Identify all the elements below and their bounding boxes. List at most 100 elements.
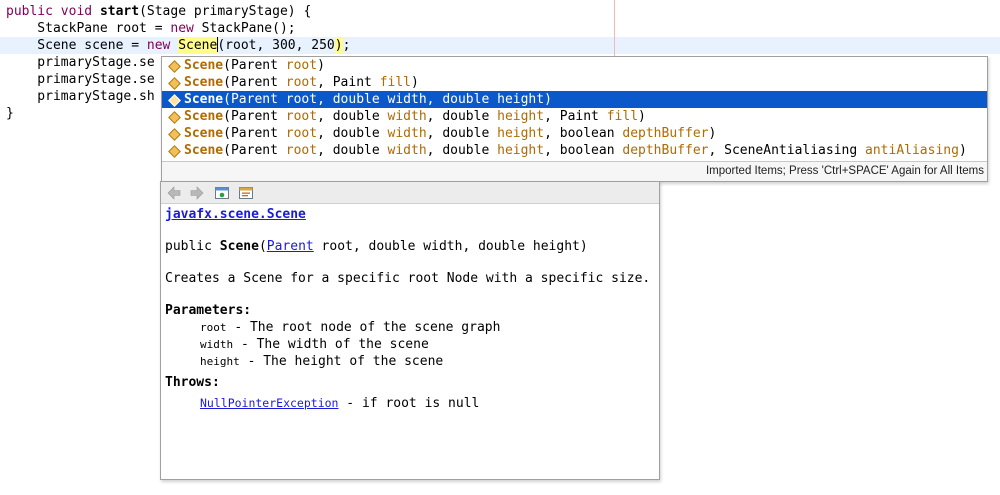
completion-param-type: double bbox=[332, 92, 388, 107]
code-token: void bbox=[60, 4, 93, 19]
javadoc-content: javafx.scene.Scene public Scene(Parent r… bbox=[165, 206, 653, 412]
completion-param-name: root bbox=[285, 143, 318, 158]
completion-paren: ( bbox=[223, 126, 231, 141]
code-token: StackPane(); bbox=[193, 21, 296, 36]
code-token: (root, 300, 250 bbox=[217, 38, 335, 53]
parameter-item: root - The root node of the scene graph bbox=[165, 319, 653, 336]
completion-param-name: height bbox=[497, 143, 545, 158]
code-line[interactable]: StackPane root = new StackPane(); bbox=[6, 20, 296, 37]
completion-sep: , bbox=[544, 109, 560, 124]
completion-param-type: Paint bbox=[559, 109, 607, 124]
completion-param-name: depthBuffer bbox=[622, 126, 709, 141]
code-line[interactable]: primaryStage.sh bbox=[6, 88, 155, 105]
completion-param-name: fill bbox=[606, 109, 639, 124]
completion-status-bar: Imported Items; Press 'Ctrl+SPACE' Again… bbox=[162, 161, 987, 181]
completion-list[interactable]: Scene(Parent root) Scene(Parent root, Pai… bbox=[162, 57, 987, 159]
open-in-browser-icon[interactable] bbox=[214, 185, 230, 201]
code-token: Scene bbox=[178, 38, 218, 53]
parameter-desc: - The root node of the scene graph bbox=[226, 320, 501, 335]
code-line[interactable]: primaryStage.se bbox=[6, 54, 154, 71]
completion-param-type: boolean bbox=[559, 143, 623, 158]
code-token: new bbox=[146, 38, 171, 53]
code-token: } bbox=[6, 106, 14, 121]
constructor-icon bbox=[168, 145, 181, 158]
completion-item[interactable]: Scene(Parent root, Paint fill) bbox=[162, 74, 987, 91]
back-arrow-icon[interactable] bbox=[166, 185, 182, 201]
completion-param-name: root bbox=[285, 75, 318, 90]
javadoc-toolbar bbox=[161, 182, 659, 204]
completion-param-type: Parent bbox=[230, 109, 286, 124]
code-token: ; bbox=[342, 38, 351, 53]
method-description: Creates a Scene for a specific root Node… bbox=[165, 271, 651, 286]
throws-list: NullPointerException - if root is null bbox=[165, 395, 653, 412]
completion-sep: , bbox=[317, 75, 333, 90]
completion-item[interactable]: Scene(Parent root) bbox=[162, 57, 987, 74]
completion-item[interactable]: Scene(Parent root, double width, double … bbox=[162, 142, 987, 159]
completion-sep: , bbox=[317, 126, 333, 141]
code-token: (Stage primaryStage) { bbox=[139, 4, 312, 19]
completion-item-name: Scene bbox=[184, 109, 224, 124]
parent-type-link[interactable]: Parent bbox=[267, 239, 314, 254]
completion-param-type: Parent bbox=[230, 58, 286, 73]
completion-paren: ( bbox=[223, 92, 231, 107]
completion-param-type: double bbox=[442, 109, 498, 124]
right-margin-guide bbox=[614, 0, 615, 60]
code-token: Scene scene = bbox=[6, 38, 147, 53]
constructor-icon bbox=[168, 77, 181, 90]
completion-param-type: SceneAntialiasing bbox=[724, 143, 866, 158]
completion-item[interactable]: Scene(Parent root, double width, double … bbox=[162, 91, 987, 108]
parameter-name: root bbox=[200, 321, 227, 334]
code-line[interactable]: public void start(Stage primaryStage) { bbox=[6, 3, 311, 20]
parameter-name: height bbox=[200, 355, 240, 368]
completion-paren: ) bbox=[958, 143, 967, 158]
javadoc-popup[interactable]: javafx.scene.Scene public Scene(Parent r… bbox=[160, 181, 660, 480]
completion-param-type: Parent bbox=[230, 92, 286, 107]
completion-sep: , bbox=[317, 143, 333, 158]
completion-paren: ) bbox=[411, 75, 419, 90]
class-link[interactable]: javafx.scene.Scene bbox=[165, 207, 306, 222]
completion-param-type: Parent bbox=[230, 75, 286, 90]
constructor-icon bbox=[168, 94, 181, 107]
completion-item-name: Scene bbox=[184, 75, 224, 90]
throws-item: NullPointerException - if root is null bbox=[165, 395, 653, 412]
completion-item-name: Scene bbox=[184, 126, 224, 141]
code-completion-popup[interactable]: Scene(Parent root) Scene(Parent root, Pai… bbox=[161, 56, 988, 182]
parameter-name: width bbox=[200, 338, 234, 351]
code-line[interactable]: } bbox=[6, 105, 14, 122]
completion-sep: , bbox=[708, 143, 725, 158]
parameter-item: width - The width of the scene bbox=[165, 336, 653, 353]
code-token: ) bbox=[334, 38, 343, 53]
completion-param-name: root bbox=[285, 58, 318, 73]
completion-sep: , bbox=[544, 143, 560, 158]
parameters-heading: Parameters: bbox=[165, 303, 252, 318]
completion-item-name: Scene bbox=[184, 92, 224, 107]
constructor-icon bbox=[168, 60, 181, 73]
completion-param-name: antiAliasing bbox=[865, 143, 959, 158]
completion-sep: , bbox=[426, 92, 443, 107]
exception-link[interactable]: NullPointerException bbox=[200, 396, 338, 410]
completion-item[interactable]: Scene(Parent root, double width, double … bbox=[162, 108, 987, 125]
completion-paren: ) bbox=[638, 109, 646, 124]
completion-item[interactable]: Scene(Parent root, double width, double … bbox=[162, 125, 987, 142]
code-line[interactable]: Scene scene = new Scene(root, 300, 250); bbox=[6, 37, 350, 54]
completion-paren: ( bbox=[223, 109, 231, 124]
show-source-icon[interactable] bbox=[238, 185, 254, 201]
completion-param-name: height bbox=[497, 109, 545, 124]
completion-paren: ( bbox=[223, 75, 231, 90]
method-signature: public Scene(Parent root, double width, … bbox=[165, 239, 588, 254]
completion-param-name: width bbox=[387, 92, 427, 107]
completion-param-name: width bbox=[387, 109, 427, 124]
code-token: primaryStage.sh bbox=[6, 89, 155, 104]
code-token: StackPane root = bbox=[6, 21, 171, 36]
code-line[interactable]: primaryStage.se bbox=[6, 71, 154, 88]
throws-desc: - if root is null bbox=[338, 396, 480, 411]
throws-heading: Throws: bbox=[165, 375, 220, 390]
completion-param-type: double bbox=[442, 143, 498, 158]
completion-param-type: boolean bbox=[559, 126, 623, 141]
parameter-desc: - The width of the scene bbox=[233, 337, 429, 352]
completion-paren: ( bbox=[223, 143, 231, 158]
constructor-icon bbox=[168, 111, 181, 124]
forward-arrow-icon[interactable] bbox=[189, 185, 205, 201]
